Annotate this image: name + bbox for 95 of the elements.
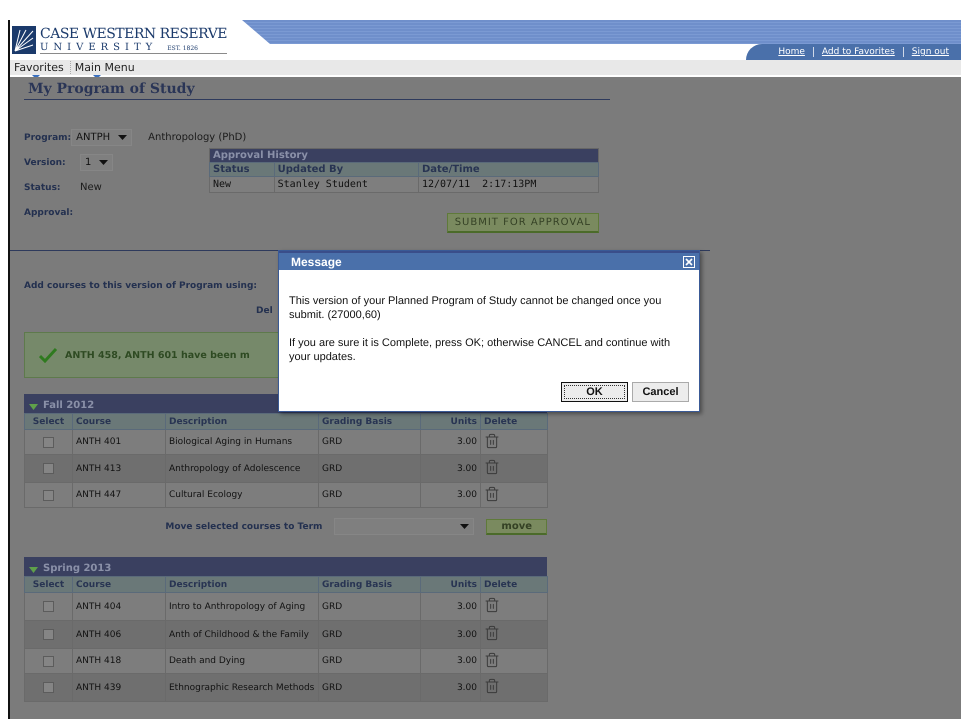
table-cell: GRD xyxy=(318,674,420,702)
add-courses-label: Add courses to this version of Program using: xyxy=(24,281,257,291)
column-header: Select xyxy=(24,414,72,430)
table-title: Approval History xyxy=(210,148,598,162)
field-label: Status: xyxy=(24,182,62,192)
delete-icon[interactable] xyxy=(484,678,500,694)
delete-icon[interactable] xyxy=(484,652,500,668)
header-link[interactable]: Sign out xyxy=(902,47,957,57)
table-cell: ANTH 404 xyxy=(72,592,166,620)
table-cell: GRD xyxy=(318,648,420,674)
table-cell: 3.00 xyxy=(420,454,480,482)
column-header: Select xyxy=(24,576,72,592)
select-checkbox[interactable] xyxy=(43,436,54,448)
table-cell: ANTH 406 xyxy=(72,620,166,648)
program-name: Anthropology (PhD) xyxy=(148,132,246,143)
select-checkbox[interactable] xyxy=(43,463,54,474)
term-title: Fall 2012 xyxy=(43,400,94,411)
column-header: Description xyxy=(166,576,318,592)
success-message: ANTH 458, ANTH 601 have been m xyxy=(65,350,250,360)
table-cell: ANTH 413 xyxy=(72,454,166,482)
move-courses-label: Move selected courses to Term xyxy=(165,522,322,532)
column-header: Status xyxy=(210,162,274,176)
table-cell: Intro to Anthropology of Aging xyxy=(166,592,318,620)
move-button[interactable]: move xyxy=(486,518,547,534)
expand-triangle-icon[interactable] xyxy=(29,404,38,411)
select-checkbox[interactable] xyxy=(43,656,54,666)
table-cell: 3.00 xyxy=(420,674,480,702)
university-subtitle: UNIVERSITY xyxy=(40,42,158,52)
column-header: Description xyxy=(166,414,318,430)
table-cell: ANTH 418 xyxy=(72,648,166,674)
dialog-button[interactable]: OK xyxy=(561,382,628,402)
field-label: Approval: xyxy=(24,208,74,218)
field-value: New xyxy=(80,182,102,193)
dialog-message: This version of your Planned Program of Study cannot be changed once you submit. (27000,60) xyxy=(289,294,662,322)
dropdown-caret-icon xyxy=(460,524,470,529)
dialog-title: Message xyxy=(291,254,342,268)
column-header: Date/Time xyxy=(418,162,598,176)
delete-icon[interactable] xyxy=(484,597,500,613)
university-name: CASE WESTERN RESERVE xyxy=(40,26,228,42)
header-link[interactable]: Home xyxy=(770,47,813,57)
submit-for-approval-button[interactable]: SUBMIT FOR APPROVAL xyxy=(446,213,599,233)
dropdown-caret-icon xyxy=(118,135,128,140)
delete-icon[interactable] xyxy=(484,432,500,448)
delete-icon[interactable] xyxy=(484,486,500,502)
table-cell: GRD xyxy=(318,620,420,648)
dialog-button[interactable]: Cancel xyxy=(632,382,689,402)
select-checkbox[interactable] xyxy=(43,682,54,693)
table-cell: ANTH 439 xyxy=(72,674,166,702)
partial-label: Del xyxy=(256,306,273,316)
delete-icon[interactable] xyxy=(484,625,500,641)
table-cell: Anthropology of Adolescence xyxy=(166,454,318,482)
column-header: Course xyxy=(72,576,166,592)
column-header: Delete xyxy=(480,576,548,592)
checkmark-icon xyxy=(39,347,57,363)
column-header: Units xyxy=(420,576,480,592)
table-cell: 3.00 xyxy=(420,620,480,648)
close-button[interactable] xyxy=(683,256,695,268)
column-header: Grading Basis xyxy=(318,414,420,430)
table-cell: ANTH 447 xyxy=(72,482,166,508)
select-checkbox[interactable] xyxy=(43,629,54,640)
select-checkbox[interactable] xyxy=(43,490,54,500)
table-cell: ANTH 401 xyxy=(72,430,166,454)
table-cell: Ethnographic Research Methods xyxy=(166,674,318,702)
page-title: My Program of Study xyxy=(24,81,610,100)
table-cell: 3.00 xyxy=(420,648,480,674)
field-label: Version: xyxy=(24,158,67,168)
dropdown-caret-icon xyxy=(99,160,108,165)
column-header: Grading Basis xyxy=(318,576,420,592)
column-header: Course xyxy=(72,414,166,430)
dropdown-field[interactable]: 1 xyxy=(80,154,114,171)
table-cell: Cultural Ecology xyxy=(166,482,318,508)
table-cell: New xyxy=(210,176,274,192)
dropdown-field[interactable]: ANTPH xyxy=(71,129,132,146)
dialog-message: If you are sure it is Complete, press OK; otherwise CANCEL and continue with your updates. xyxy=(289,336,672,364)
select-checkbox[interactable] xyxy=(43,601,54,612)
table-cell: Death and Dying xyxy=(166,648,318,674)
table-cell: Anth of Childhood & the Family xyxy=(166,620,318,648)
expand-triangle-icon[interactable] xyxy=(29,567,38,574)
table-cell: 3.00 xyxy=(420,430,480,454)
table-cell: Biological Aging in Humans xyxy=(166,430,318,454)
table-cell: GRD xyxy=(318,430,420,454)
table-cell: Stanley Student xyxy=(274,176,418,192)
table-cell: 3.00 xyxy=(420,482,480,508)
table-cell: 12/07/11 2:17:13PM xyxy=(418,176,598,192)
column-header: Delete xyxy=(480,414,548,430)
term-title: Spring 2013 xyxy=(43,563,112,574)
column-header: Units xyxy=(420,414,480,430)
field-label: Program: xyxy=(24,132,72,142)
table-cell: 3.00 xyxy=(420,592,480,620)
header-link[interactable]: Add to Favorites xyxy=(812,47,903,57)
table-cell: GRD xyxy=(318,592,420,620)
column-header: Updated By xyxy=(274,162,418,176)
table-cell: GRD xyxy=(318,482,420,508)
delete-icon[interactable] xyxy=(484,459,500,475)
table-cell: GRD xyxy=(318,454,420,482)
